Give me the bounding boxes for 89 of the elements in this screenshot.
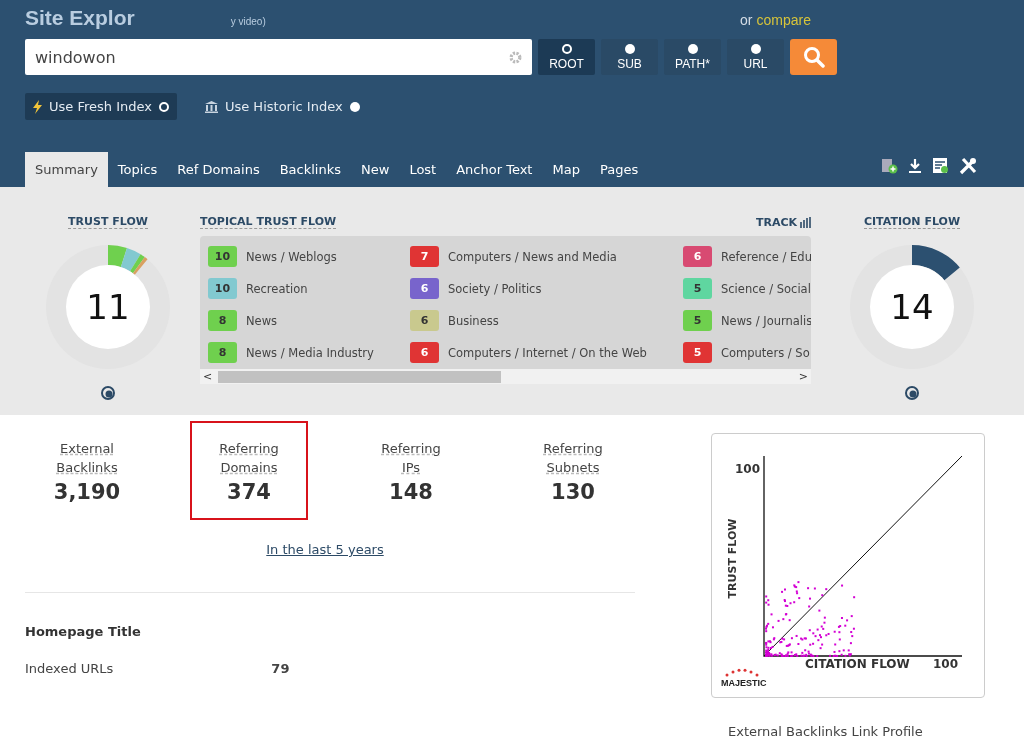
tab[interactable]: Lost <box>399 152 447 187</box>
add-document-icon[interactable] <box>881 157 898 174</box>
topic-score: 6 <box>683 246 712 267</box>
stat-label: Referring Domains <box>218 440 280 477</box>
compare-link[interactable]: compare <box>756 12 811 28</box>
topic-score: 5 <box>683 278 712 299</box>
y-axis-max: 100 <box>735 462 761 476</box>
tab[interactable]: New <box>351 152 400 187</box>
stat-value: 374 <box>227 480 271 504</box>
radio-icon <box>349 101 360 112</box>
topic-name: Science / Social <box>721 281 811 296</box>
tab[interactable]: Anchor Text <box>446 152 543 187</box>
topic-name: News / Weblogs <box>246 249 337 264</box>
scope-option[interactable]: PATH* <box>664 39 721 75</box>
bank-icon <box>204 100 218 113</box>
tab[interactable]: Backlinks <box>269 152 351 187</box>
report-icon[interactable] <box>932 157 949 174</box>
topic-name: Computers / Internet / On the Web <box>448 345 647 360</box>
topic-score: 10 <box>208 246 237 267</box>
citation-flow-value: 14 <box>889 286 935 329</box>
topic-name: Reference / Edu <box>721 249 811 264</box>
topic-name: Computers / News and Media <box>448 249 617 264</box>
search-icon <box>802 46 825 68</box>
tab[interactable]: Pages <box>589 152 649 187</box>
topic-score: 6 <box>410 342 439 363</box>
history-icon[interactable] <box>100 385 116 401</box>
tab[interactable]: Topics <box>107 152 168 187</box>
topic-name: Computers / So <box>721 345 810 360</box>
scope-option[interactable]: ROOT <box>538 39 595 75</box>
index-option[interactable]: Use Fresh Index <box>25 93 177 120</box>
x-axis-max: 100 <box>933 657 959 671</box>
download-icon[interactable] <box>908 157 922 174</box>
x-axis-label: CITATION FLOW <box>805 657 910 671</box>
topic-name: Society / Politics <box>448 281 542 296</box>
radio-icon <box>624 43 635 54</box>
tab[interactable]: Summary <box>25 152 108 187</box>
history-icon[interactable] <box>904 385 920 401</box>
stat-value: 130 <box>551 480 595 504</box>
period-link[interactable]: In the last 5 years <box>266 542 384 557</box>
topic-score: 8 <box>208 342 237 363</box>
section-label: CITATION FLOW <box>863 215 961 229</box>
tools-icon[interactable] <box>959 156 978 175</box>
topic-score: 10 <box>208 278 237 299</box>
radio-icon <box>561 43 572 54</box>
scope-option[interactable]: URL <box>727 39 784 75</box>
gauge-arc <box>912 245 960 281</box>
scope-option[interactable]: SUB <box>601 39 658 75</box>
stat-value: 148 <box>389 480 433 504</box>
compare-text: or compare <box>740 12 811 28</box>
index-option[interactable]: Use Historic Index <box>196 93 368 120</box>
topic-name: Business <box>448 313 499 328</box>
trust-flow-value: 11 <box>85 286 131 329</box>
indexed-urls-label: Indexed URLs <box>25 661 114 676</box>
stat-label: External Backlinks <box>55 440 119 477</box>
topic-name: News / Media Industry <box>246 345 374 360</box>
section-label: TOPICAL TRUST FLOW <box>200 215 337 229</box>
topic-name: News / Journalis <box>721 313 811 328</box>
page-title: Site Explor <box>25 6 135 30</box>
logo-arc-icon <box>724 668 760 677</box>
chart-caption: External Backlinks Link Profile <box>728 724 924 739</box>
topic-score: 7 <box>410 246 439 267</box>
logo-text: MAJESTIC <box>721 678 767 688</box>
indexed-urls-value: 79 <box>271 661 290 676</box>
tab[interactable]: Ref Domains <box>167 152 270 187</box>
gauge-arc <box>108 245 148 275</box>
scrollbar[interactable]: < > <box>200 369 811 384</box>
topic-name: News <box>246 313 278 328</box>
y-axis-label: TRUST FLOW <box>726 518 740 598</box>
lightning-icon <box>33 99 42 114</box>
radio-icon <box>158 101 169 112</box>
radio-icon <box>750 43 761 54</box>
bars-icon <box>800 216 811 228</box>
stat-value: 3,190 <box>53 480 121 504</box>
topic-score: 8 <box>208 310 237 331</box>
homepage-title-label: Homepage Title <box>25 624 142 639</box>
topic-score: 6 <box>410 310 439 331</box>
subtitle: y video) <box>230 16 266 27</box>
section-label: TRUST FLOW <box>68 215 148 229</box>
tab[interactable]: Map <box>542 152 590 187</box>
stat-label: Referring Subnets <box>542 440 604 477</box>
topic-score: 6 <box>410 278 439 299</box>
topic-score: 5 <box>683 310 712 331</box>
scroll-right-arrow[interactable]: > <box>798 371 808 382</box>
topic-score: 5 <box>683 342 712 363</box>
stat-label: Referring IPs <box>380 440 442 477</box>
track-link[interactable]: TRACK <box>755 215 811 229</box>
topic-name: Recreation <box>246 281 308 296</box>
scroll-left-arrow[interactable]: < <box>203 371 213 382</box>
radio-icon <box>687 43 698 54</box>
